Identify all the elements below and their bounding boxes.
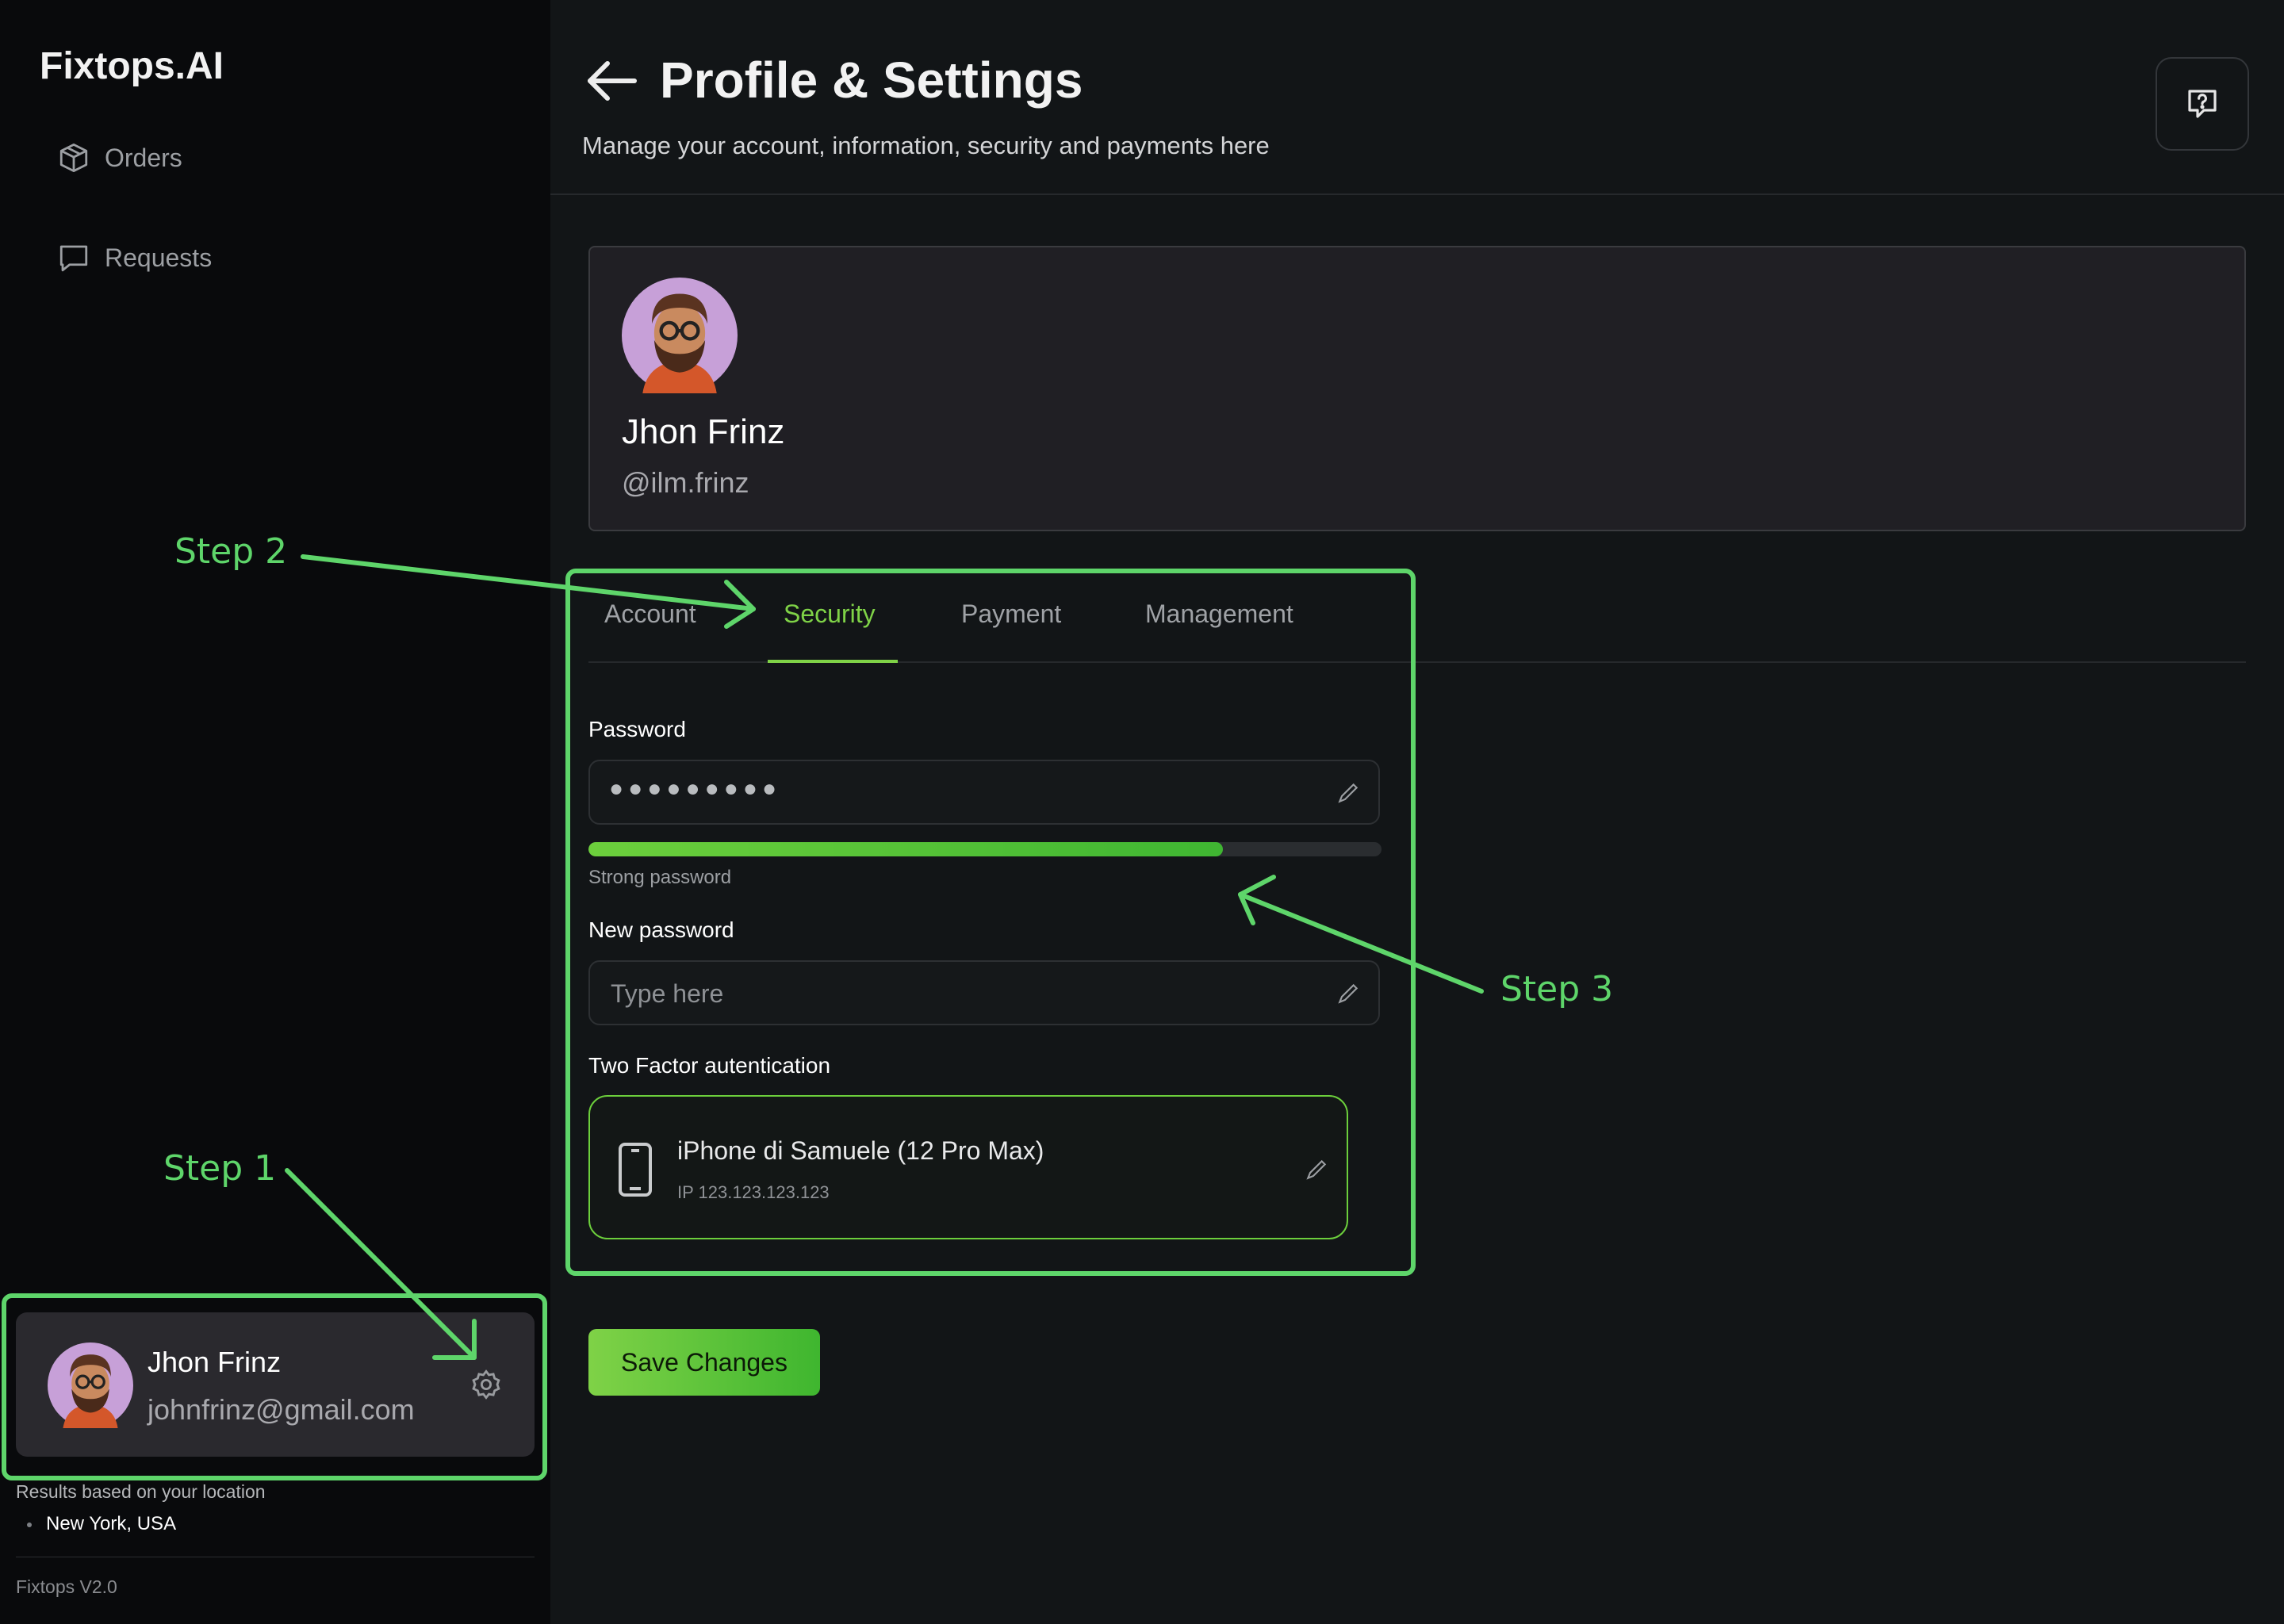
step1-arrow xyxy=(285,1168,477,1360)
step2-arrow xyxy=(301,554,756,611)
step2-highlight-box xyxy=(565,569,1416,1276)
step1-label: Step 1 xyxy=(163,1148,277,1189)
step3-arrow xyxy=(1238,892,1484,994)
step2-label: Step 2 xyxy=(174,531,288,572)
step3-label: Step 3 xyxy=(1500,969,1614,1009)
step1-highlight-box xyxy=(2,1293,547,1480)
annotation-overlay xyxy=(2,554,1484,1480)
